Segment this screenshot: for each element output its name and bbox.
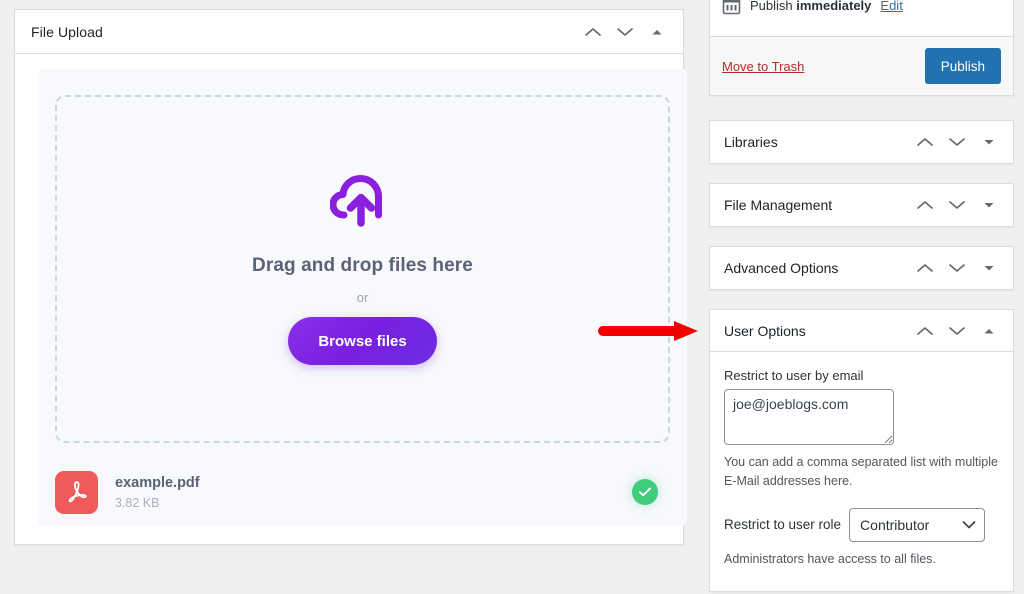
file-size: 3.82 KB xyxy=(115,495,160,510)
chevron-up-icon xyxy=(917,264,933,272)
triangle-down-icon xyxy=(984,266,994,271)
toggle-panel-button[interactable] xyxy=(975,317,1003,345)
toggle-panel-button[interactable] xyxy=(975,254,1003,282)
red-arrow-right xyxy=(598,321,698,341)
move-up-button[interactable] xyxy=(911,254,939,282)
publish-schedule-row: Publish immediately Edit xyxy=(710,0,1013,37)
section-file-management: File Management xyxy=(709,183,1014,227)
move-up-button[interactable] xyxy=(911,128,939,156)
role-field-label: Restrict to user role xyxy=(724,517,842,533)
uploaded-file-row: example.pdf 3.82 KB xyxy=(55,464,670,520)
acrobat-glyph-icon xyxy=(68,481,87,503)
section-user-options-title: User Options xyxy=(724,322,806,339)
publish-prefix: Publish xyxy=(750,0,797,13)
email-field-help: You can add a comma separated list with … xyxy=(724,455,998,489)
chevron-down-icon xyxy=(949,326,965,335)
section-libraries-header[interactable]: Libraries xyxy=(710,121,1013,163)
move-down-button[interactable] xyxy=(611,18,639,46)
triangle-down-icon xyxy=(984,203,994,208)
section-user-options-body: Restrict to user by email You can add a … xyxy=(710,352,1013,592)
role-select-wrapper: Contributor xyxy=(849,507,986,542)
move-to-trash-link[interactable]: Move to Trash xyxy=(722,59,804,74)
restrict-role-select[interactable]: Contributor xyxy=(849,507,986,542)
section-file-management-title: File Management xyxy=(724,197,833,213)
email-field-label: Restrict to user by email xyxy=(724,368,864,383)
role-field-help: Administrators have access to all files. xyxy=(724,551,936,566)
chevron-up-icon xyxy=(917,326,933,335)
chevron-down-icon xyxy=(949,138,965,146)
move-up-button[interactable] xyxy=(579,18,607,46)
screen-root: File Upload Drag and drop files here or … xyxy=(0,0,1024,594)
check-circle-icon xyxy=(632,479,658,505)
section-advanced-options: Advanced Options xyxy=(709,246,1014,290)
section-libraries: Libraries xyxy=(709,120,1014,164)
publish-button[interactable]: Publish xyxy=(924,48,1001,84)
dropzone-title: Drag and drop files here xyxy=(252,255,473,276)
chevron-down-icon xyxy=(949,201,965,209)
page-title: File Upload xyxy=(31,23,103,40)
move-up-button[interactable] xyxy=(911,317,939,345)
chevron-down-icon xyxy=(949,264,965,272)
restrict-email-input[interactable] xyxy=(724,389,894,445)
browse-files-button[interactable]: Browse files xyxy=(288,317,437,365)
chevron-down-icon xyxy=(617,27,633,36)
move-down-button[interactable] xyxy=(943,317,971,345)
section-advanced-options-header[interactable]: Advanced Options xyxy=(710,247,1013,289)
section-file-management-header[interactable]: File Management xyxy=(710,184,1013,226)
section-user-options-header[interactable]: User Options xyxy=(710,310,1013,352)
section-advanced-options-title: Advanced Options xyxy=(724,260,839,276)
section-file-management-actions xyxy=(911,191,1003,219)
section-advanced-options-actions xyxy=(911,254,1003,282)
dropzone-or-text: or xyxy=(356,290,369,305)
publish-actions-row: Move to Trash Publish xyxy=(710,37,1013,95)
chevron-up-icon xyxy=(585,27,601,36)
metabox-handle-actions xyxy=(579,18,671,46)
file-upload-metabox: File Upload Drag and drop files here or … xyxy=(14,9,687,545)
section-libraries-title: Libraries xyxy=(724,134,778,150)
toggle-panel-button[interactable] xyxy=(643,18,671,46)
publish-schedule-text: Publish immediately xyxy=(750,0,871,13)
calendar-icon xyxy=(722,0,741,15)
role-row: Restrict to user role Contributor xyxy=(724,507,999,542)
chevron-up-icon xyxy=(917,201,933,209)
section-user-options-actions xyxy=(911,317,1003,345)
move-up-button[interactable] xyxy=(911,191,939,219)
file-dropzone[interactable]: Drag and drop files here or Browse files xyxy=(55,95,670,443)
chevron-up-icon xyxy=(917,138,933,146)
toggle-panel-button[interactable] xyxy=(975,128,1003,156)
toggle-panel-button[interactable] xyxy=(975,191,1003,219)
cloud-upload-icon xyxy=(329,175,382,227)
publish-metabox: Publish immediately Edit Move to Trash P… xyxy=(709,0,1014,96)
triangle-up-icon xyxy=(652,29,662,34)
file-name: example.pdf xyxy=(115,475,200,492)
move-down-button[interactable] xyxy=(943,128,971,156)
section-libraries-actions xyxy=(911,128,1003,156)
file-upload-metabox-header: File Upload xyxy=(15,10,683,54)
upload-widget: Drag and drop files here or Browse files… xyxy=(38,69,687,525)
triangle-up-icon xyxy=(984,328,994,333)
triangle-down-icon xyxy=(984,140,994,145)
pdf-file-icon xyxy=(55,470,98,514)
move-down-button[interactable] xyxy=(943,191,971,219)
publish-value: immediately xyxy=(796,0,872,13)
section-user-options: User Options Restrict to user by email Y… xyxy=(709,309,1014,593)
edit-schedule-link[interactable]: Edit xyxy=(880,0,902,13)
move-down-button[interactable] xyxy=(943,254,971,282)
check-glyph-icon xyxy=(639,487,651,497)
file-meta: example.pdf 3.82 KB xyxy=(115,474,632,510)
